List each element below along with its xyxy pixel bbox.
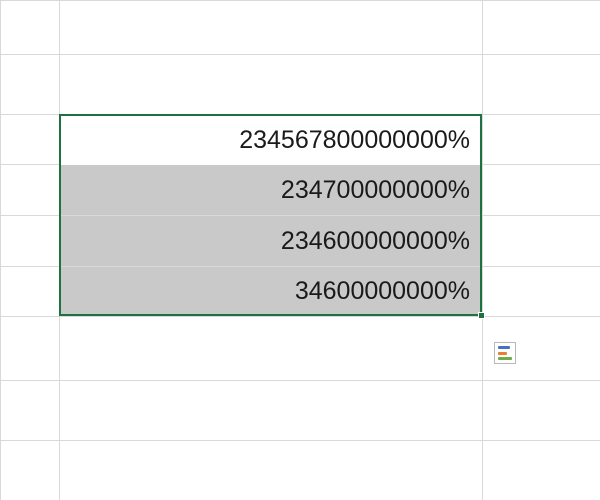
fill-handle[interactable] [478,312,485,319]
spreadsheet-grid[interactable]: 234567800000000% 234700000000% 234600000… [0,0,600,500]
gridline [0,0,1,500]
gridline [0,54,600,55]
quick-analysis-icon [498,346,512,360]
selection-border [59,114,482,316]
gridline [0,0,600,1]
gridline [0,380,600,381]
gridline [482,0,483,500]
gridline [0,316,600,317]
quick-analysis-button[interactable] [494,342,516,364]
gridline [0,440,600,441]
